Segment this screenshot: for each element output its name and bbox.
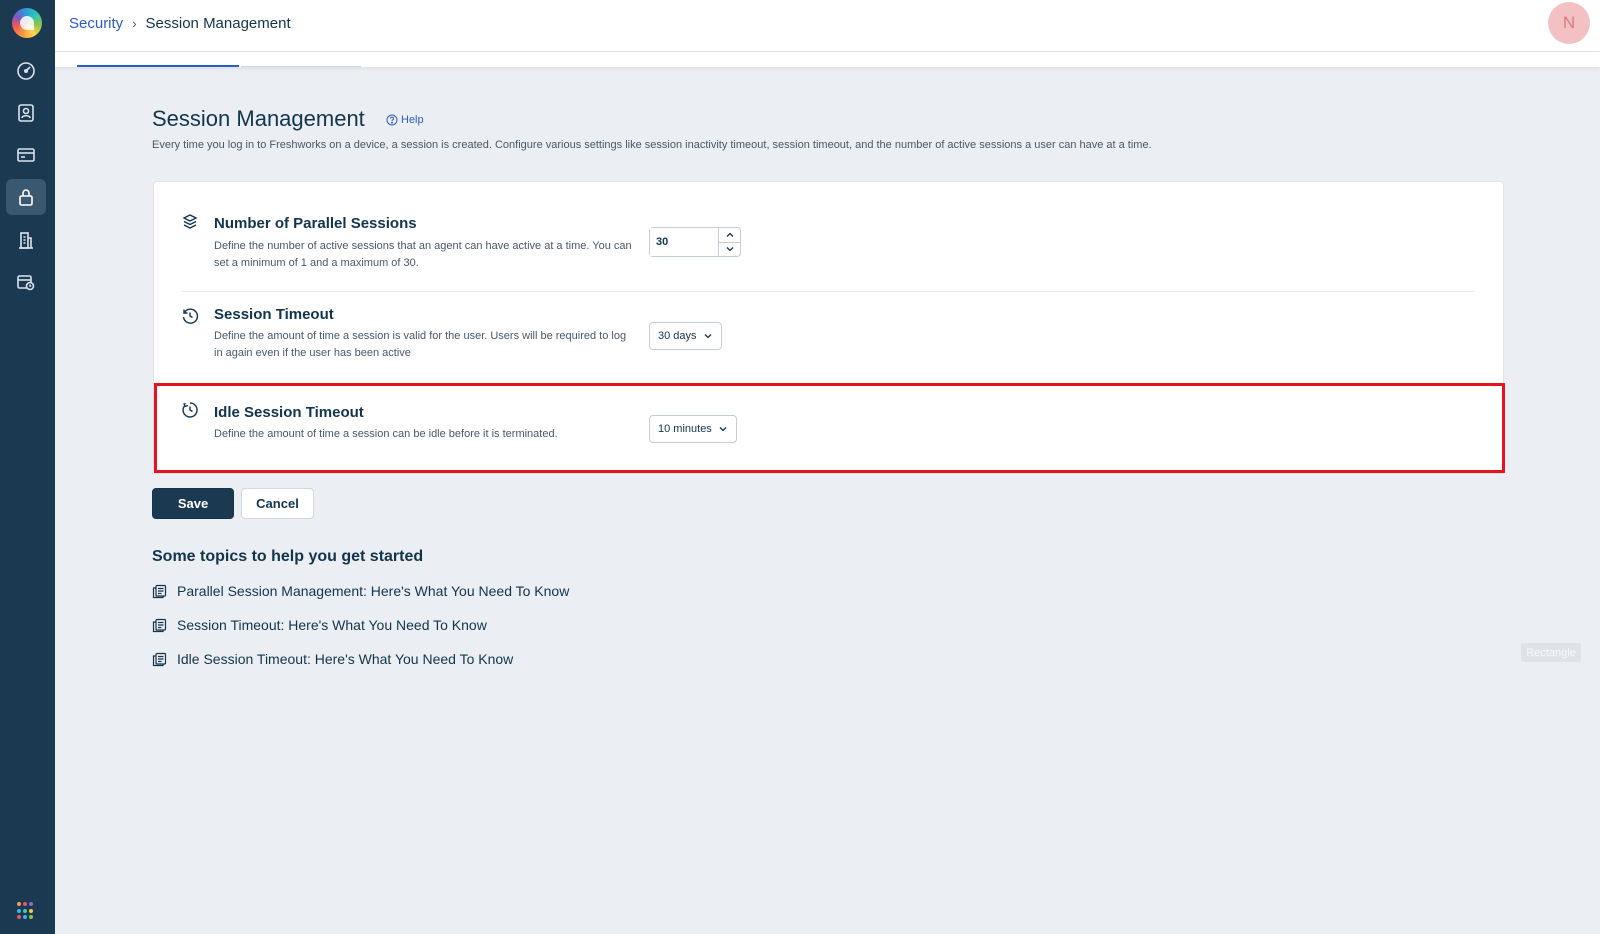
help-label: Help — [401, 114, 424, 126]
sidebar-item-audit-log[interactable] — [6, 264, 46, 300]
apps-grid-icon[interactable] — [17, 902, 35, 920]
article-icon — [152, 584, 167, 598]
speedometer-icon — [17, 62, 35, 80]
idle-clock-icon — [181, 401, 201, 421]
breadcrumb-security-link[interactable]: Security — [69, 15, 123, 32]
session-timeout-value: 30 days — [658, 330, 697, 342]
parallel-sessions-input[interactable] — [650, 228, 718, 256]
freshworks-logo[interactable] — [12, 8, 42, 38]
sidebar-item-security[interactable] — [6, 179, 46, 215]
chevron-up-icon — [726, 232, 733, 237]
session-timeout-title: Session Timeout — [214, 306, 334, 323]
chevron-down-icon — [719, 427, 727, 432]
session-timeout-description: Define the amount of time a session is v… — [214, 330, 627, 359]
session-timeout-select[interactable]: 30 days — [649, 322, 722, 350]
topic-link-label: Idle Session Timeout: Here's What You Ne… — [177, 651, 514, 667]
lock-icon — [19, 189, 33, 206]
chevron-down-icon — [704, 334, 711, 339]
help-link[interactable]: Help — [386, 114, 424, 126]
cancel-button[interactable]: Cancel — [241, 488, 314, 519]
idle-session-timeout-description: Define the amount of time a session can … — [214, 428, 558, 440]
credit-card-icon — [17, 148, 35, 162]
topic-link[interactable]: Parallel Session Management: Here's What… — [152, 583, 569, 599]
article-icon — [152, 618, 167, 632]
sidebar-item-dashboard[interactable] — [6, 53, 46, 89]
increment-button[interactable] — [719, 228, 740, 242]
settings-card: Number of Parallel Sessions Define the n… — [153, 181, 1504, 474]
overlay-label: Rectangle — [1521, 643, 1581, 662]
history-clock-icon — [181, 307, 201, 327]
tab-divider — [241, 66, 361, 67]
setting-idle-session-timeout: Idle Session Timeout Define the amount o… — [154, 386, 1503, 474]
topic-link-label: Session Timeout: Here's What You Need To… — [177, 617, 487, 633]
idle-session-timeout-title: Idle Session Timeout — [214, 404, 364, 421]
setting-session-timeout: Session Timeout Define the amount of tim… — [154, 292, 1503, 386]
tab-strip — [55, 52, 1600, 67]
parallel-sessions-stepper[interactable] — [649, 227, 741, 257]
help-circle-icon — [386, 114, 398, 126]
breadcrumb-current: Session Management — [145, 15, 291, 32]
calendar-clock-icon — [17, 275, 35, 291]
active-tab-indicator[interactable] — [77, 65, 239, 67]
stepper-controls — [718, 228, 740, 256]
topics-heading: Some topics to help you get started — [152, 548, 424, 565]
article-icon — [152, 652, 167, 666]
sidebar — [0, 0, 55, 934]
parallel-sessions-title: Number of Parallel Sessions — [214, 215, 417, 232]
parallel-sessions-description: Define the number of active sessions tha… — [214, 240, 632, 269]
setting-parallel-sessions: Number of Parallel Sessions Define the n… — [154, 182, 1503, 290]
layers-icon — [181, 213, 201, 233]
chevron-down-icon — [726, 247, 733, 252]
topic-link-label: Parallel Session Management: Here's What… — [177, 583, 570, 599]
sidebar-item-billing[interactable] — [6, 137, 46, 173]
sidebar-item-organization[interactable] — [6, 222, 46, 258]
top-bar: Security › Session Management N — [55, 0, 1600, 52]
decrement-button[interactable] — [719, 241, 740, 257]
topic-link[interactable]: Session Timeout: Here's What You Need To… — [152, 617, 487, 633]
page-title: Session Management — [152, 106, 365, 131]
contact-card-icon — [18, 104, 34, 122]
breadcrumb-separator: › — [132, 16, 137, 31]
topic-link[interactable]: Idle Session Timeout: Here's What You Ne… — [152, 651, 513, 667]
idle-session-timeout-select[interactable]: 10 minutes — [649, 415, 737, 443]
sidebar-item-users[interactable] — [6, 95, 46, 131]
breadcrumb: Security › Session Management — [69, 15, 291, 32]
idle-session-timeout-value: 10 minutes — [658, 423, 712, 435]
avatar[interactable]: N — [1548, 2, 1590, 44]
save-button[interactable]: Save — [152, 488, 234, 519]
building-icon — [19, 232, 33, 249]
page-description: Every time you log in to Freshworks on a… — [152, 139, 1152, 151]
